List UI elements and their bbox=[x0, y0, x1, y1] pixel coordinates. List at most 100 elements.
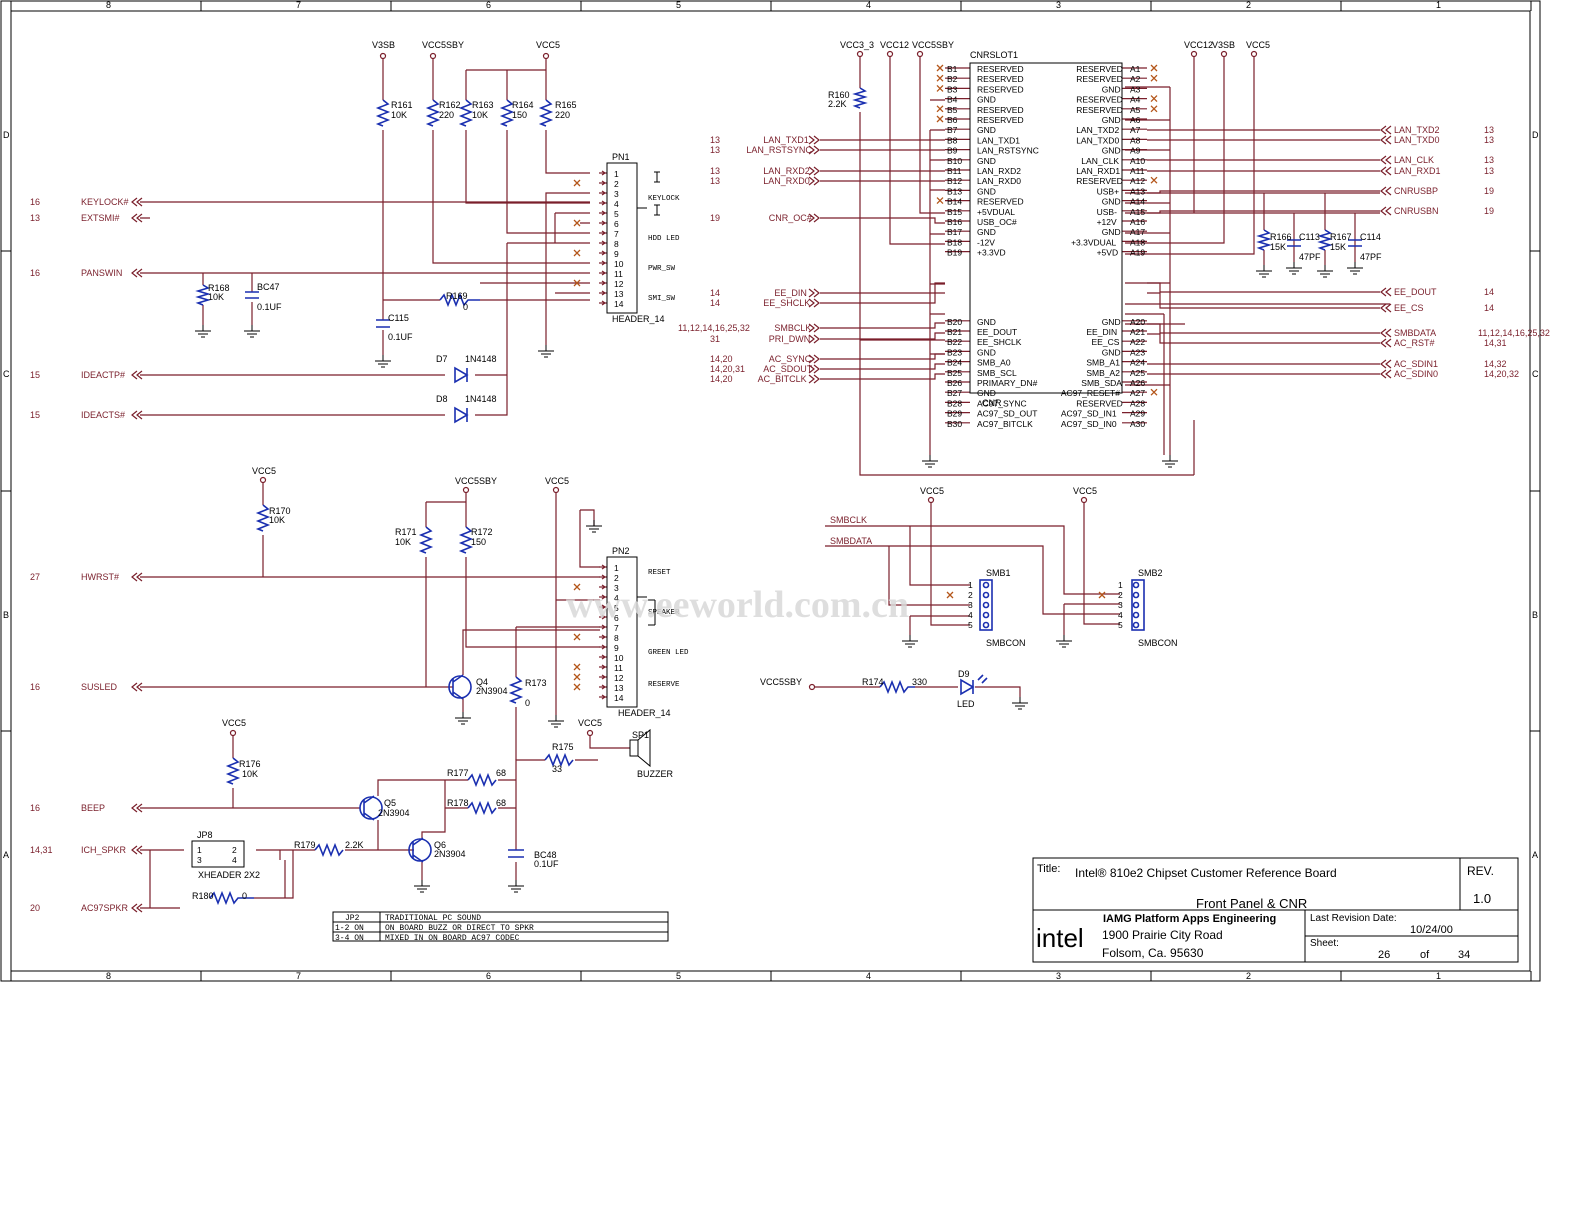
cnr-pin-a19: A19 bbox=[1130, 248, 1145, 258]
cnr-pin-b25: B25 bbox=[947, 368, 962, 378]
r173-value: 0 bbox=[525, 698, 530, 708]
cnr-pin-b2-name: RESERVED bbox=[977, 74, 1024, 84]
cnr-pin-b26: B26 bbox=[947, 378, 962, 388]
cnr-pin-b17-name: GND bbox=[977, 227, 996, 237]
jp2-r2-c1: MIXED IN ON BOARD AC97 CODEC bbox=[385, 934, 520, 943]
last-rev-value: 10/24/00 bbox=[1410, 924, 1453, 936]
row-a-left: A bbox=[3, 850, 9, 860]
sheet-label: Sheet: bbox=[1310, 938, 1339, 949]
signal-ideactp-: IDEACTP# bbox=[81, 370, 125, 380]
pn2-pin-12: 12 bbox=[614, 673, 624, 683]
cnr-pin-a24: A24 bbox=[1130, 358, 1145, 368]
cnr-right-lan-txd2: LAN_TXD2 bbox=[1394, 125, 1440, 135]
pn2-pin-10: 10 bbox=[614, 653, 624, 663]
cnr-pin-b4-name: GND bbox=[977, 95, 996, 105]
cnr-left-ac-sync: AC_SYNC bbox=[769, 354, 812, 364]
ground-symbol bbox=[244, 325, 260, 338]
supply-vcc5-6: VCC5 bbox=[1246, 40, 1270, 50]
no-connect-mark bbox=[936, 64, 944, 72]
ground-symbol bbox=[902, 635, 918, 648]
cnr-pin-b18-name: -12V bbox=[977, 237, 995, 247]
r162-value: 220 bbox=[439, 110, 454, 120]
cnr-pin-a2: A2 bbox=[1130, 74, 1141, 84]
smb2-pin-4: 4 bbox=[1118, 610, 1123, 620]
cnr-left-page-cnr-oc-: 19 bbox=[710, 213, 720, 223]
r161-value: 10K bbox=[391, 110, 407, 120]
r175-ref: R175 bbox=[552, 742, 574, 752]
signal-page-ideactp-: 15 bbox=[30, 370, 40, 380]
r169-value: 0 bbox=[463, 302, 468, 312]
cnr-pin-a7-name: LAN_TXD2 bbox=[1076, 125, 1119, 135]
jp2-r1-c0: 1-2 ON bbox=[335, 924, 364, 933]
col-5-bottom: 5 bbox=[676, 971, 681, 981]
cnr-pin-b10-name: GND bbox=[977, 156, 996, 166]
no-connect-mark bbox=[573, 219, 581, 227]
r170-value: 10K bbox=[269, 515, 285, 525]
sheet-of: of bbox=[1420, 949, 1430, 961]
cnr-pin-a17-name: GND bbox=[1102, 227, 1121, 237]
cnr-pin-a14-name: GND bbox=[1102, 197, 1121, 207]
subtitle-text: Front Panel & CNR bbox=[1196, 896, 1307, 911]
cnr-pin-a17: A17 bbox=[1130, 227, 1145, 237]
offpage-arrow-left bbox=[1380, 155, 1392, 165]
cnr-pin-b9: B9 bbox=[947, 146, 958, 156]
cnr-pin-b16: B16 bbox=[947, 217, 962, 227]
cnr-pin-a16: A16 bbox=[1130, 217, 1145, 227]
smb1-pin-5: 5 bbox=[968, 620, 973, 630]
offpage-arrow-left bbox=[1380, 369, 1392, 379]
smb2-pin-3: 3 bbox=[1118, 600, 1123, 610]
col-3-top: 3 bbox=[1056, 0, 1061, 10]
sp1-type: BUZZER bbox=[637, 769, 674, 779]
cnr-pin-b28: B28 bbox=[947, 398, 962, 408]
signal-keylock-: KEYLOCK# bbox=[81, 197, 129, 207]
org-text: IAMG Platform Apps Engineering bbox=[1103, 913, 1276, 925]
cnr-pin-b6: B6 bbox=[947, 115, 958, 125]
cnr-pin-a25: A25 bbox=[1130, 368, 1145, 378]
no-connect-mark bbox=[1150, 105, 1158, 113]
pn1-pin-8: 8 bbox=[614, 239, 619, 249]
sheet-number: 26 bbox=[1378, 949, 1390, 961]
addr1-text: 1900 Prairie City Road bbox=[1102, 928, 1223, 942]
offpage-arrow-left bbox=[1380, 135, 1392, 145]
pn2-pin-8: 8 bbox=[614, 633, 619, 643]
cnr-pin-a4: A4 bbox=[1130, 95, 1141, 105]
cnr-right-ee-cs: EE_CS bbox=[1394, 303, 1424, 313]
cnr-pin-b2: B2 bbox=[947, 74, 958, 84]
ground-symbol bbox=[586, 520, 602, 533]
cnr-pin-b1-name: RESERVED bbox=[977, 64, 1024, 74]
r172-ref: R172 bbox=[471, 527, 493, 537]
no-connect-mark bbox=[573, 249, 581, 257]
cnr-pin-a21: A21 bbox=[1130, 327, 1145, 337]
signal-page-extsmi-: 13 bbox=[30, 213, 40, 223]
cnr-right-page-ac-rst-: 14,31 bbox=[1484, 338, 1507, 348]
pn2-pin-2: 2 bbox=[614, 573, 619, 583]
pn1-pin-6: 6 bbox=[614, 219, 619, 229]
r177-ref: R177 bbox=[447, 768, 469, 778]
offpage-arrow-right bbox=[808, 166, 820, 176]
r163-value: 10K bbox=[472, 110, 488, 120]
ground-symbol bbox=[1256, 265, 1272, 278]
pn1-pin-10: 10 bbox=[614, 259, 624, 269]
jp8-pin2: 2 bbox=[232, 845, 237, 855]
cnr-pin-a6: A6 bbox=[1130, 115, 1141, 125]
r178-value: 68 bbox=[496, 798, 506, 808]
ground-symbol bbox=[455, 712, 471, 725]
cnr-pin-b3-name: RESERVED bbox=[977, 84, 1024, 94]
r176-value: 10K bbox=[242, 769, 258, 779]
cnr-pin-b6-name: RESERVED bbox=[977, 115, 1024, 125]
r162-ref: R162 bbox=[439, 100, 461, 110]
no-connect-mark bbox=[573, 673, 581, 681]
cnr-left-pri-dwn: PRI_DWN bbox=[769, 334, 811, 344]
cnr-pin-b23: B23 bbox=[947, 347, 962, 357]
offpage-arrow-right bbox=[808, 298, 820, 308]
rev-value: 1.0 bbox=[1473, 891, 1491, 906]
cnr-right-page-lan-clk: 13 bbox=[1484, 155, 1494, 165]
offpage-arrow-right bbox=[808, 135, 820, 145]
front-panel-pn1-section: V3SB VCC5SBY VCC5 R161 10K R162 220 R163… bbox=[30, 40, 680, 424]
cnr-pin-a6-name: GND bbox=[1102, 115, 1121, 125]
smb1-pin-2: 2 bbox=[968, 590, 973, 600]
no-connect-mark bbox=[1150, 176, 1158, 184]
col-3-bottom: 3 bbox=[1056, 971, 1061, 981]
jp2-r0-c1: TRADITIONAL PC SOUND bbox=[385, 914, 481, 923]
r180-ref: R180 bbox=[192, 891, 214, 901]
